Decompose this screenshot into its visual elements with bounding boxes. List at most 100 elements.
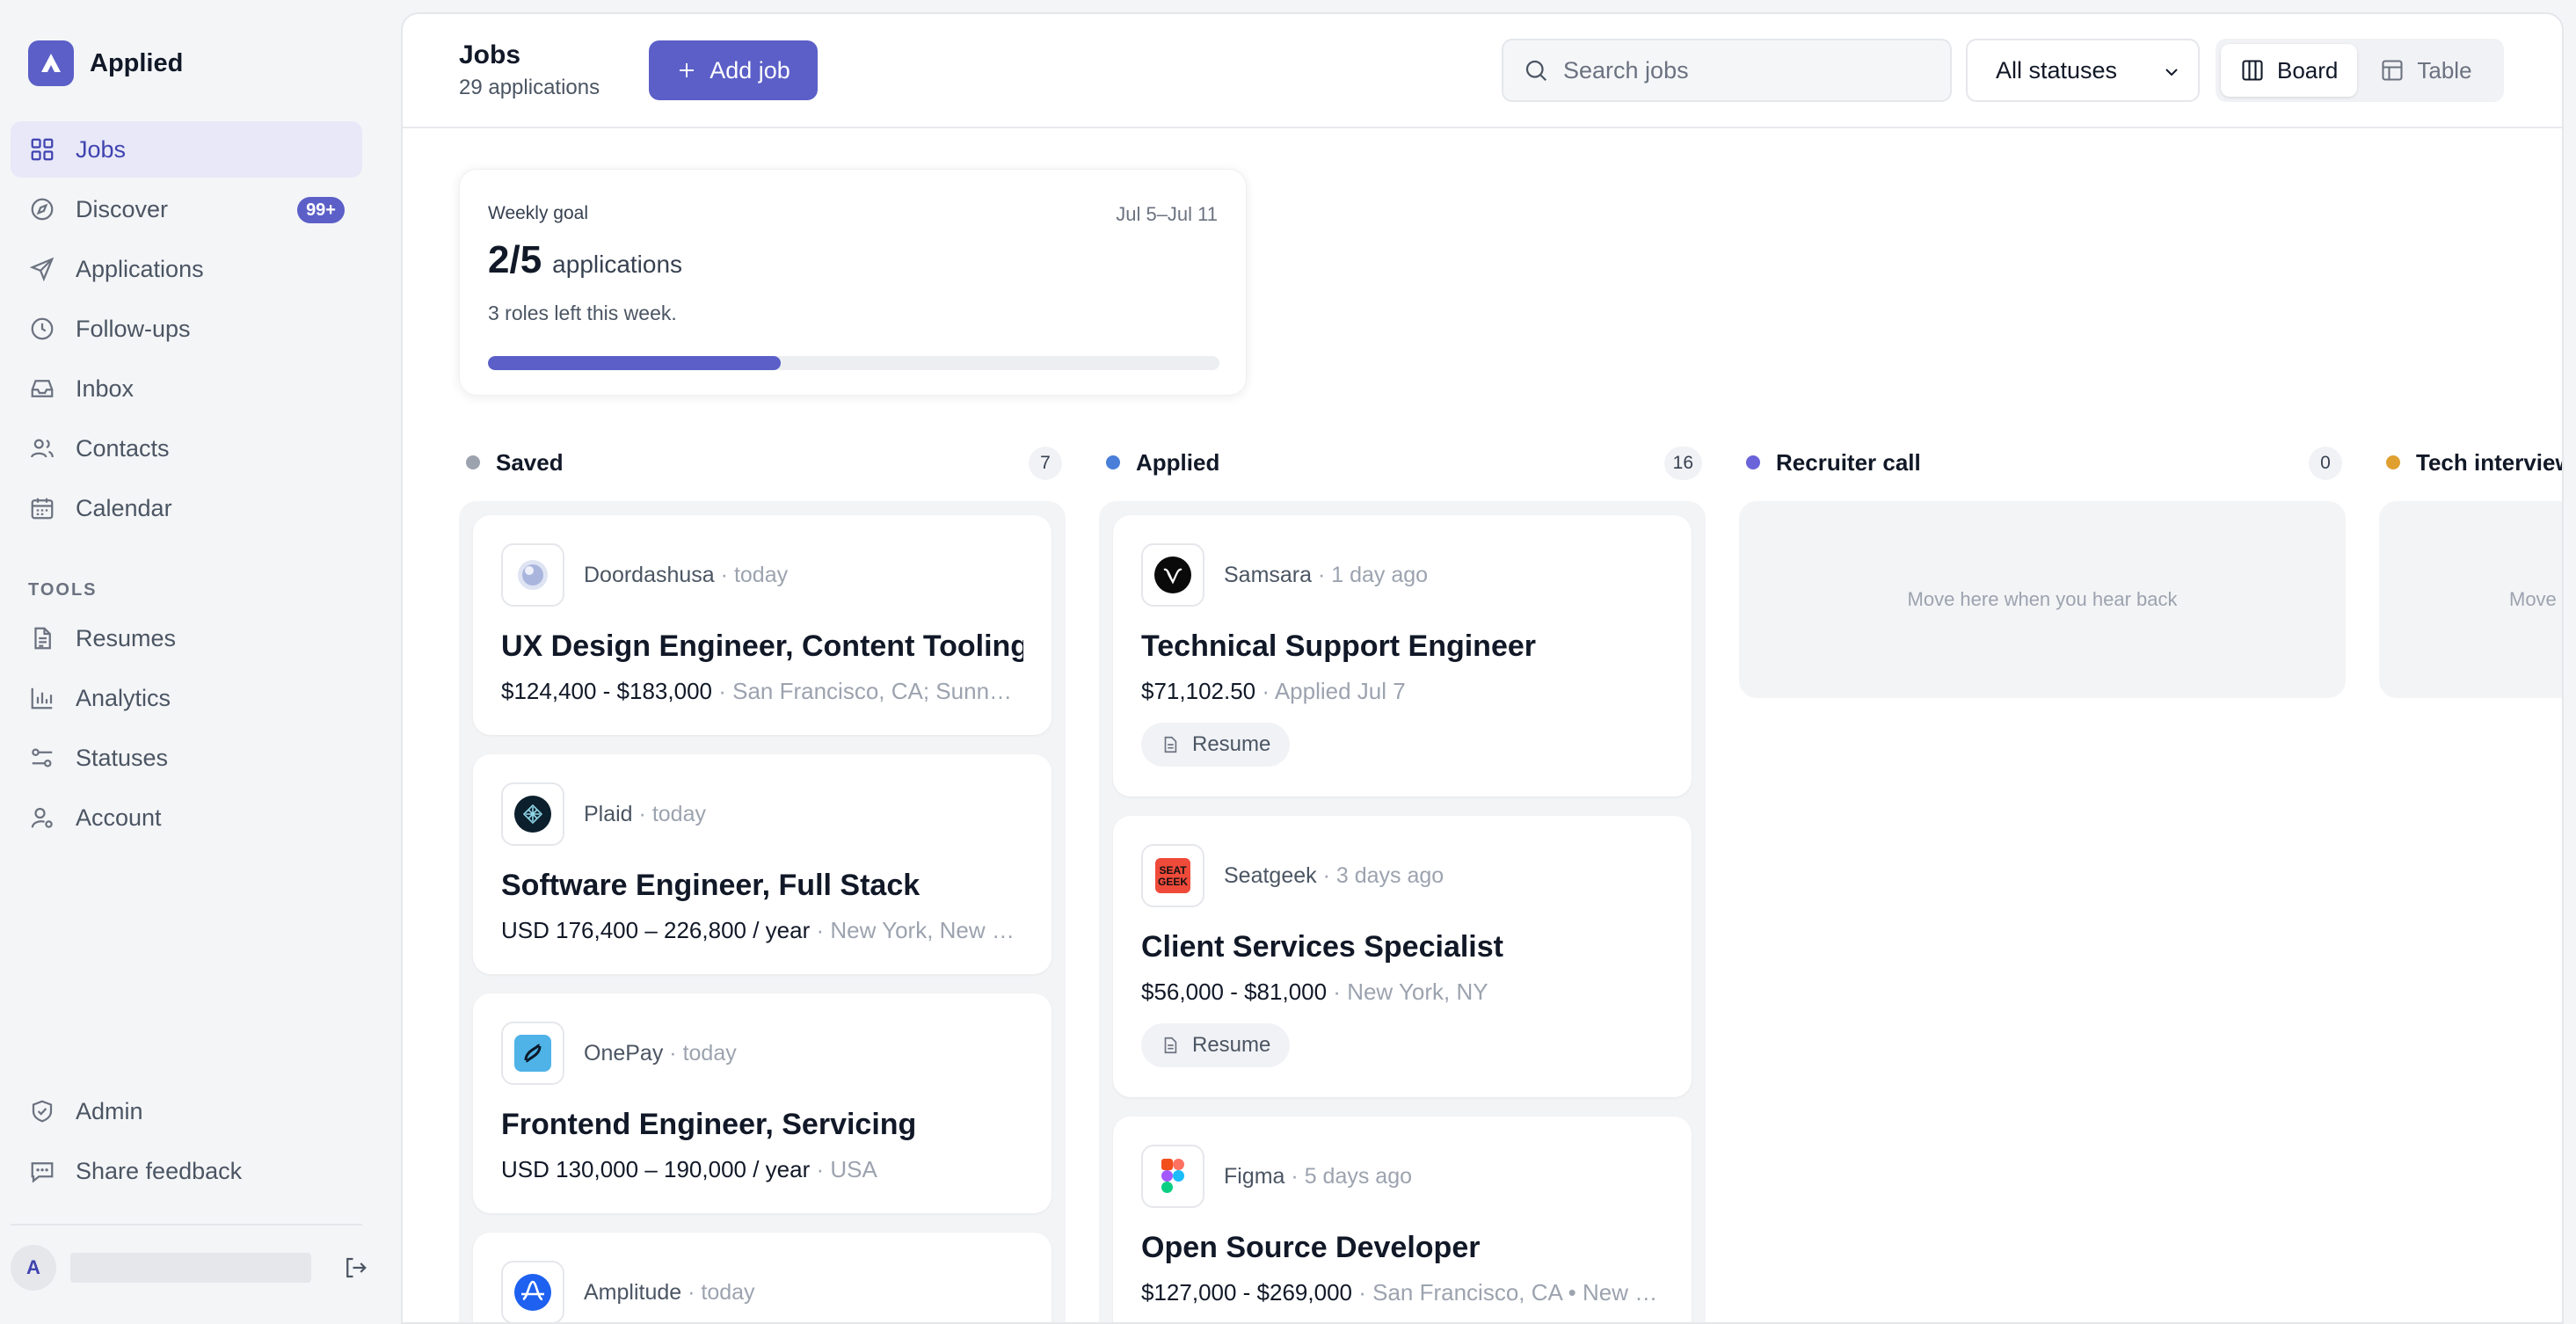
job-card[interactable]: Doordashusa · today UX Design Engineer, … <box>473 515 1052 735</box>
column-body: Doordashusa · today UX Design Engineer, … <box>459 501 1066 1322</box>
seatgeek-logo-icon: SEAT GEEK <box>1141 844 1204 907</box>
job-card[interactable]: Figma · 5 days ago Open Source Developer… <box>1113 1117 1692 1322</box>
job-salary: $71,102.50 <box>1141 678 1256 704</box>
sidebar-item-label: Jobs <box>76 135 127 163</box>
status-dot <box>1746 455 1760 469</box>
avatar[interactable]: A <box>11 1245 56 1291</box>
job-location: San Francisco, CA; Sunn… <box>732 678 1013 704</box>
plus-icon <box>680 63 695 77</box>
calendar-icon <box>28 494 56 522</box>
column-saved: Saved 7 Doordashusa · today UX Design En… <box>459 436 1066 1322</box>
sidebar-item-label: Contacts <box>76 434 170 462</box>
column-body[interactable]: Move <box>2379 501 2562 698</box>
job-details: USD 176,400 – 226,800 / year · New York,… <box>501 917 1015 943</box>
sidebar-item-follow-ups[interactable]: Follow-ups <box>11 301 362 357</box>
job-card[interactable]: OnePay · today Frontend Engineer, Servic… <box>473 993 1052 1213</box>
svg-text:GEEK: GEEK <box>1158 876 1188 888</box>
board-view-button[interactable]: Board <box>2221 44 2358 97</box>
sidebar-item-label: Admin <box>76 1097 143 1124</box>
search-input[interactable] <box>1563 56 1932 84</box>
onepay-logo-icon <box>501 1022 564 1085</box>
sidebar-item-share-feedback[interactable]: Share feedback <box>11 1143 362 1199</box>
resume-chip[interactable]: Resume <box>1141 723 1291 767</box>
sidebar-item-account[interactable]: Account <box>11 789 362 846</box>
sidebar-item-inbox[interactable]: Inbox <box>11 360 362 417</box>
sidebar-item-contacts[interactable]: Contacts <box>11 420 362 476</box>
posted-ago: 1 day ago <box>1331 562 1429 587</box>
column-header: Recruiter call 0 <box>1739 436 2346 489</box>
page-title: Jobs <box>459 40 521 69</box>
discover-count-badge: 99+ <box>297 197 345 223</box>
empty-column-hint: Move here when you hear back <box>1907 588 2178 610</box>
job-card[interactable]: SEAT GEEK Seatgeek · 3 days ago Client Se… <box>1113 816 1692 1097</box>
status-filter-select[interactable]: All statuses <box>1966 39 2200 102</box>
table-view-button[interactable]: Table <box>2361 44 2491 97</box>
logout-icon[interactable] <box>339 1252 371 1284</box>
job-card[interactable]: Plaid · today Software Engineer, Full St… <box>473 754 1052 974</box>
company-meta: Samsara · 1 day ago <box>1224 562 1429 587</box>
add-job-button[interactable]: Add job <box>649 40 818 100</box>
user-row: A <box>11 1245 371 1291</box>
job-title: Frontend Engineer, Servicing <box>501 1108 917 1141</box>
job-title: Open Source Developer <box>1141 1231 1481 1264</box>
add-job-label: Add job <box>709 56 790 84</box>
job-title: Client Services Specialist <box>1141 930 1503 964</box>
user-gear-icon <box>28 804 56 832</box>
column-applied: Applied 16 Samsara · 1 day ago Technical… <box>1099 436 1706 1322</box>
job-location: San Francisco, CA • New … <box>1372 1279 1658 1306</box>
goal-count-value: 2/5 <box>488 238 542 281</box>
sidebar-item-label: Statuses <box>76 744 169 771</box>
tools-section-label: TOOLS <box>28 580 98 600</box>
job-details: USD 130,000 – 190,000 / year · USA <box>501 1156 877 1182</box>
board-view-label: Board <box>2277 56 2339 84</box>
company-name: Seatgeek <box>1224 862 1317 888</box>
inbox-icon <box>28 375 56 403</box>
job-salary: USD 130,000 – 190,000 / year <box>501 1156 811 1182</box>
company-name: Doordashusa <box>584 562 715 587</box>
sidebar-item-calendar[interactable]: Calendar <box>11 480 362 536</box>
document-icon <box>28 624 56 652</box>
message-icon <box>28 1157 56 1185</box>
tools-nav: Resumes Analytics Statuses Account <box>11 610 362 849</box>
search-box[interactable] <box>1502 39 1952 102</box>
sidebar-item-statuses[interactable]: Statuses <box>11 730 362 786</box>
job-card[interactable]: Samsara · 1 day ago Technical Support En… <box>1113 515 1692 797</box>
column-header: Applied 16 <box>1099 436 1706 489</box>
company-name: Amplitude <box>584 1279 682 1305</box>
board-icon <box>2242 60 2263 81</box>
sidebar-item-resumes[interactable]: Resumes <box>11 610 362 666</box>
sidebar-item-label: Calendar <box>76 494 172 521</box>
job-location: New York, NY <box>1347 978 1488 1005</box>
goal-note: 3 roles left this week. <box>488 302 677 324</box>
column-count: 0 <box>2309 447 2342 480</box>
column-body: Samsara · 1 day ago Technical Support En… <box>1099 501 1706 1322</box>
sidebar-item-discover[interactable]: Discover 99+ <box>11 181 362 237</box>
bottom-nav: Admin Share feedback <box>11 1083 362 1203</box>
application-count: 29 applications <box>459 76 600 99</box>
goal-progress-count: 2/5 applications <box>488 238 682 282</box>
clock-icon <box>28 315 56 343</box>
status-filter-value: All statuses <box>1996 56 2118 84</box>
applied-date: Applied Jul 7 <box>1274 678 1406 704</box>
resume-chip[interactable]: Resume <box>1141 1023 1291 1067</box>
job-location: New York, New … <box>830 917 1015 943</box>
goal-date-range: Jul 5–Jul 11 <box>1116 203 1218 225</box>
chevron-down-icon <box>2165 69 2178 76</box>
sidebar-item-applications[interactable]: Applications <box>11 241 362 297</box>
sliders-icon <box>28 744 56 772</box>
sidebar-divider <box>11 1224 362 1226</box>
view-toggle: Board Table <box>2216 39 2504 102</box>
sidebar-item-admin[interactable]: Admin <box>11 1083 362 1139</box>
sidebar-item-jobs[interactable]: Jobs <box>11 121 362 178</box>
figma-logo-icon <box>1141 1145 1204 1208</box>
job-card[interactable]: Amplitude · today <box>473 1233 1052 1322</box>
column-title: Tech interview <box>2416 448 2564 476</box>
resume-chip-label: Resume <box>1192 1033 1271 1057</box>
sidebar: Applied Jobs Discover 99+ Applications F… <box>0 0 401 1324</box>
status-dot <box>1106 455 1120 469</box>
main-panel: Jobs 29 applications Add job All statuse… <box>401 12 2564 1324</box>
brand[interactable]: Applied <box>28 40 183 86</box>
sidebar-item-analytics[interactable]: Analytics <box>11 670 362 726</box>
job-title: UX Design Engineer, Content Tooling <box>501 629 1023 663</box>
column-body[interactable]: Move here when you hear back <box>1739 501 2346 698</box>
